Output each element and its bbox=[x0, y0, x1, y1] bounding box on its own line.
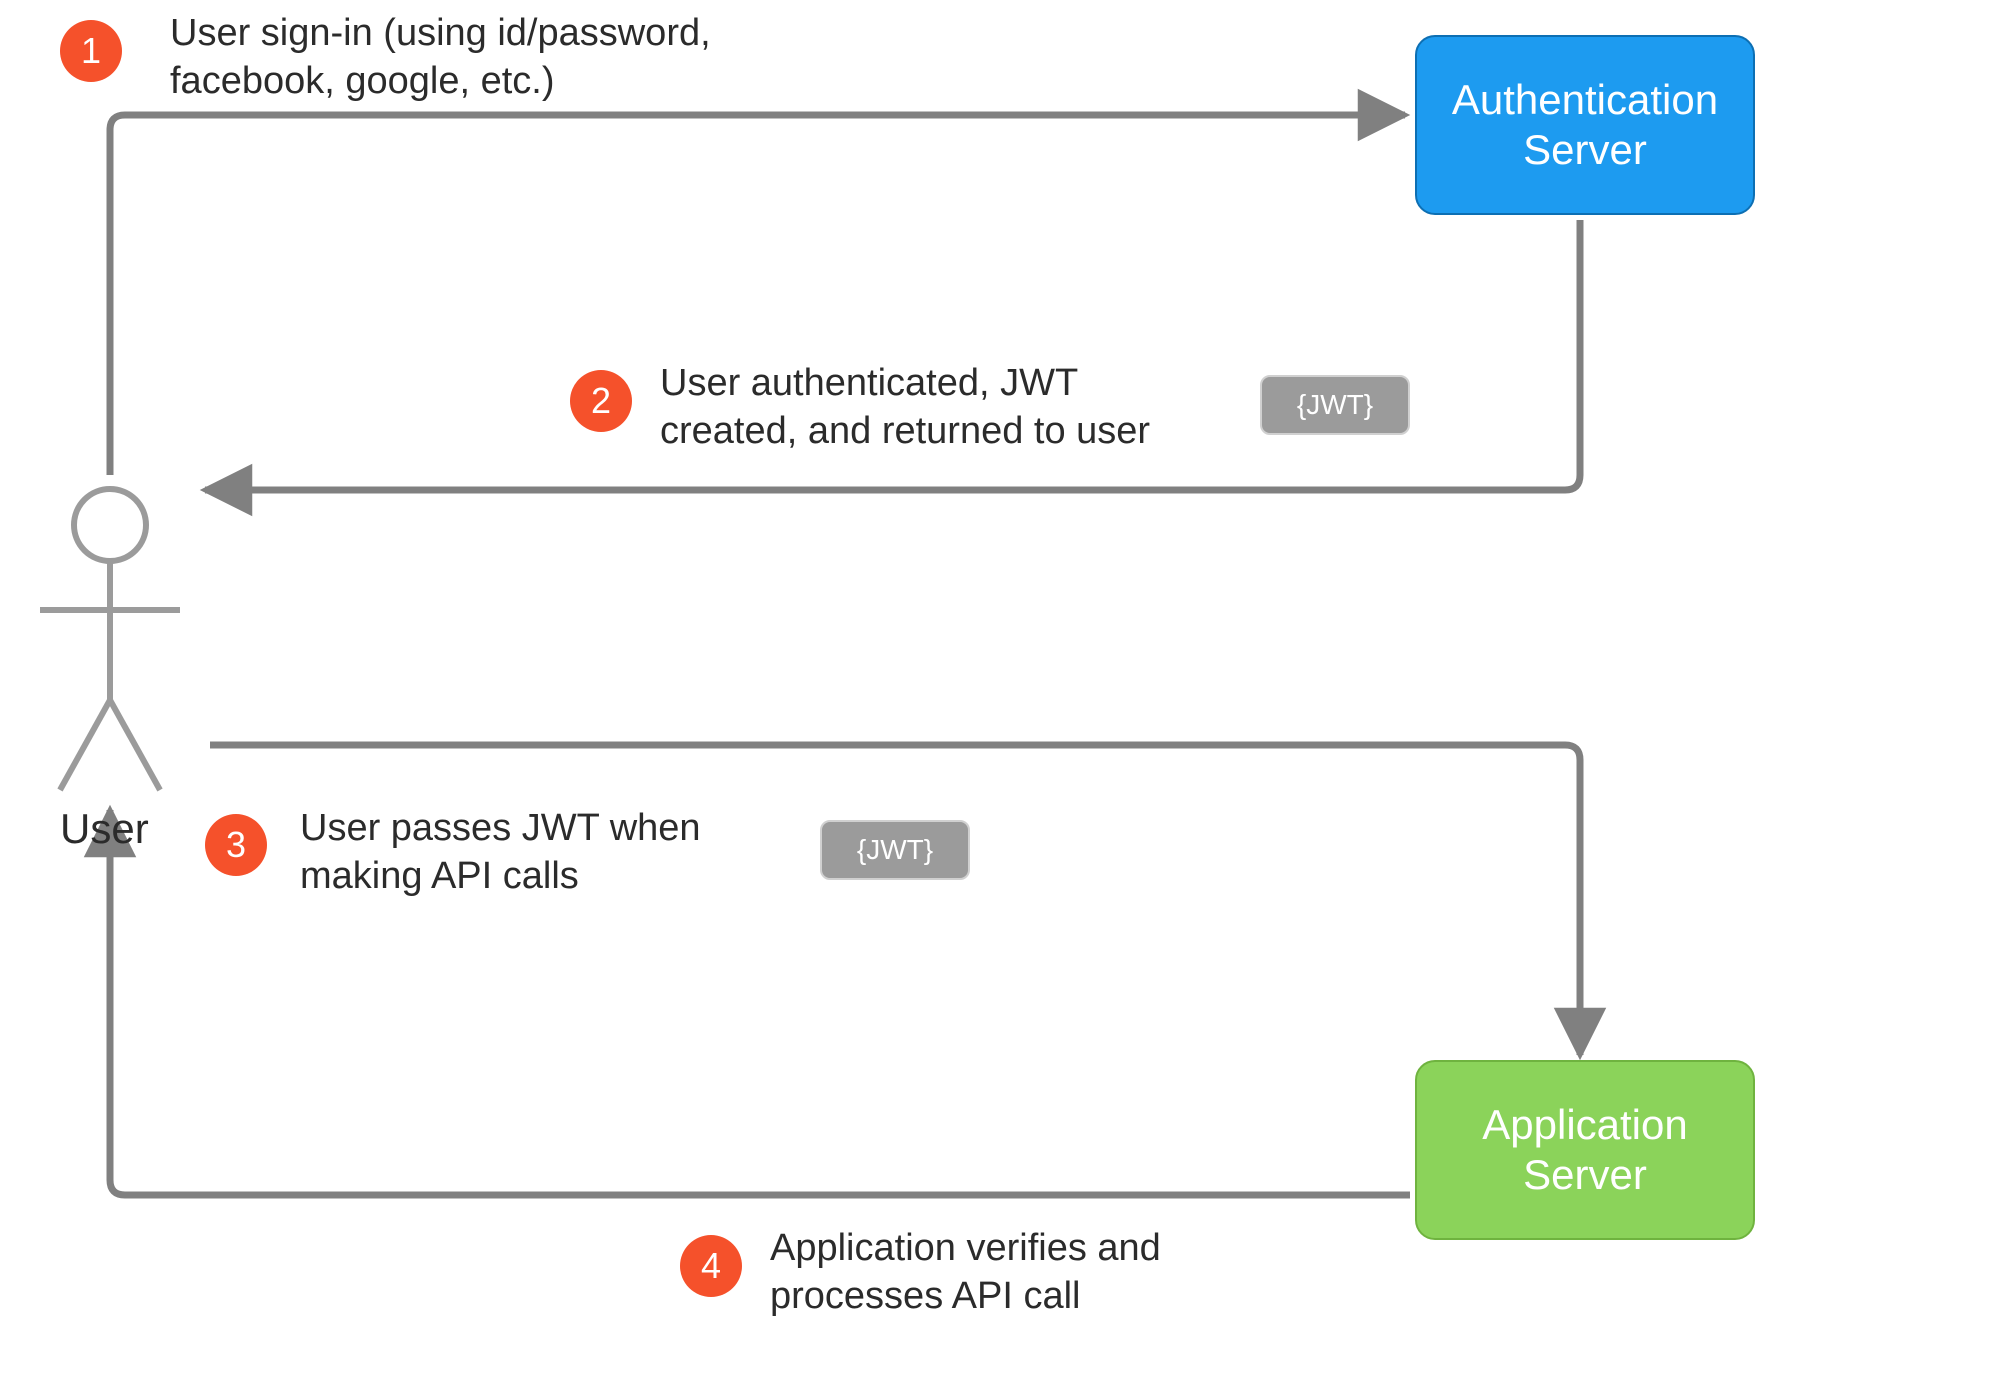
jwt-token-chip-2: {JWT} bbox=[820, 820, 970, 880]
step-badge-4: 4 bbox=[680, 1235, 742, 1297]
step-text-1: User sign-in (using id/password, faceboo… bbox=[170, 10, 890, 105]
jwt-auth-flow-diagram: User 1 User sign-in (using id/password, … bbox=[0, 0, 2000, 1375]
step-text-2: User authenticated, JWT created, and ret… bbox=[660, 360, 1220, 455]
user-actor-label: User bbox=[60, 805, 149, 853]
arrow-step-3 bbox=[210, 745, 1580, 1055]
jwt-token-chip-1: {JWT} bbox=[1260, 375, 1410, 435]
step-badge-1: 1 bbox=[60, 20, 122, 82]
step-text-4: Application verifies and processes API c… bbox=[770, 1225, 1290, 1320]
authentication-server-box: Authentication Server bbox=[1415, 35, 1755, 215]
step-badge-2: 2 bbox=[570, 370, 632, 432]
application-server-box: Application Server bbox=[1415, 1060, 1755, 1240]
user-icon bbox=[40, 489, 180, 790]
step-badge-3: 3 bbox=[205, 814, 267, 876]
step-text-3: User passes JWT when making API calls bbox=[300, 805, 800, 900]
